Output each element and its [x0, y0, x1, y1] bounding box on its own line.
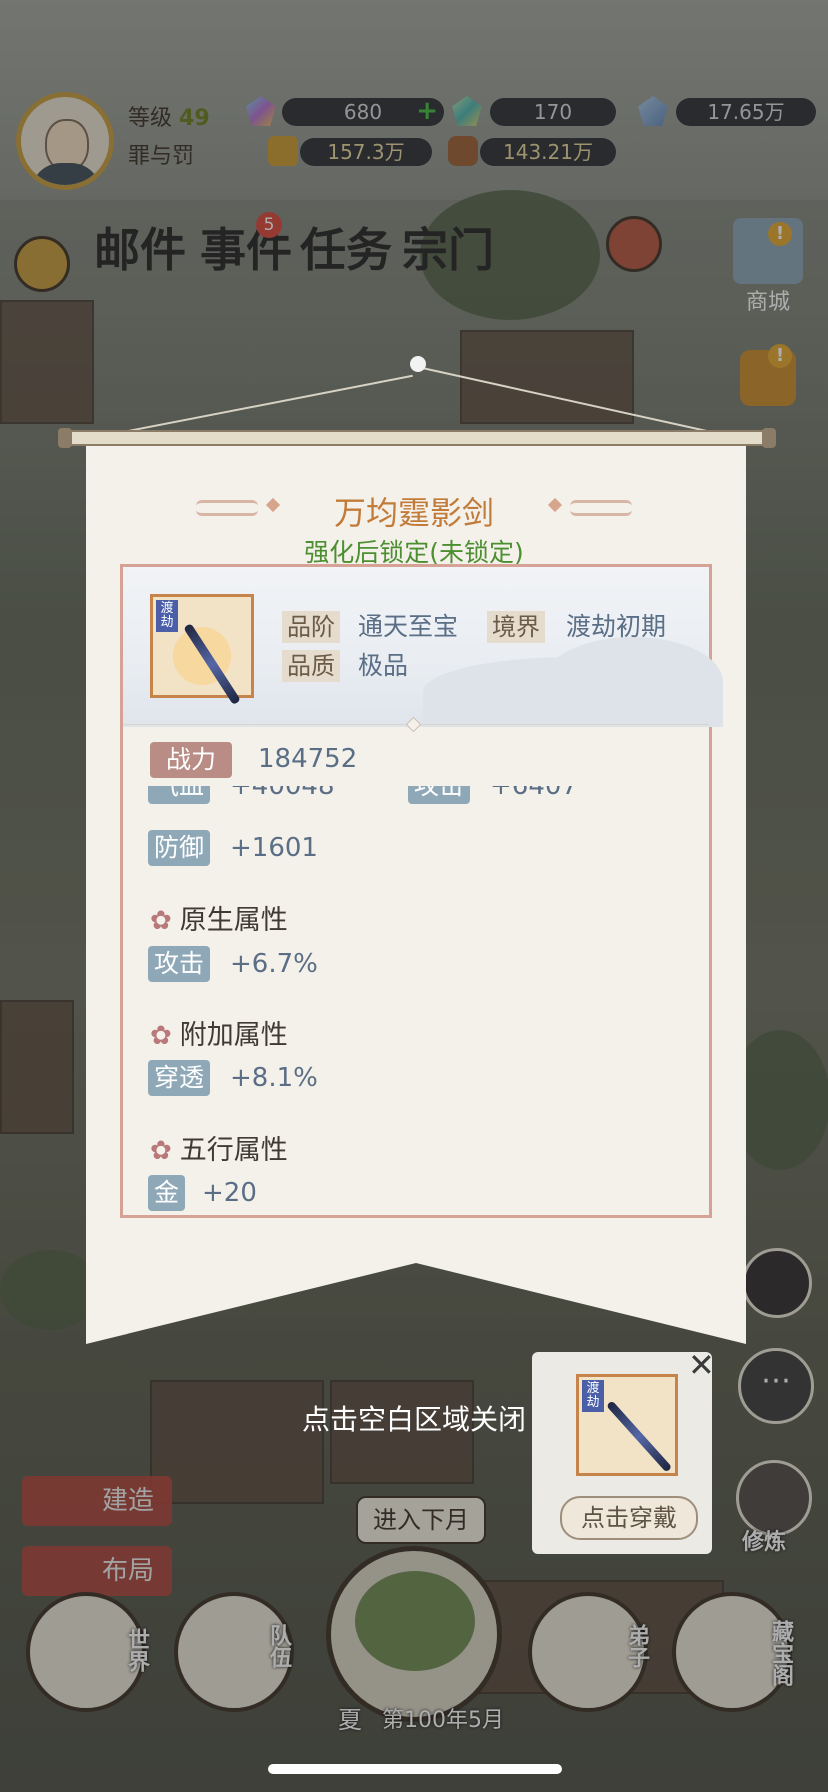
grade-label: 品阶: [282, 611, 340, 643]
native-attr-title: ✿ 原生属性: [150, 898, 288, 937]
extra-attr-label: 穿透: [148, 1060, 211, 1096]
item-name: 万均霆影剑: [333, 494, 494, 532]
element-attr-title-text: 五行属性: [179, 1135, 288, 1166]
element-attr-value: +20: [202, 1178, 257, 1208]
scrolled-stat-row: 气血 +40048 攻击 +6407: [140, 786, 700, 810]
scroll-rod: [58, 430, 776, 446]
defense-value: +1601: [230, 833, 318, 863]
extra-attr-value: +8.1%: [230, 1063, 318, 1093]
defense-label: 防御: [148, 830, 211, 866]
item-realm-tag: 渡劫: [156, 600, 178, 632]
extra-attr-title-text: 附加属性: [179, 1020, 288, 1051]
element-attr-title: ✿ 五行属性: [150, 1128, 288, 1167]
grade-value: 通天至宝: [358, 612, 459, 641]
quality-value: 极品: [358, 651, 409, 680]
home-indicator: [268, 1764, 562, 1774]
equip-button[interactable]: 点击穿戴: [560, 1496, 698, 1540]
flower-icon: ✿: [150, 1021, 172, 1051]
element-attr-label: 金: [148, 1175, 186, 1211]
equip-close-button[interactable]: ✕: [688, 1346, 715, 1384]
flower-icon: ✿: [150, 906, 172, 936]
hp-value: +40048: [230, 786, 335, 801]
native-attr-title-text: 原生属性: [179, 905, 288, 936]
attack-label: 攻击: [408, 786, 471, 804]
flower-icon: ✿: [150, 1136, 172, 1166]
native-attr-value: +6.7%: [230, 949, 318, 979]
realm-label: 境界: [487, 611, 545, 643]
scroll-rod-cap: [58, 428, 72, 448]
mountain-decoration: [543, 637, 723, 727]
power-value: 184752: [258, 744, 358, 774]
power-label: 战力: [150, 742, 232, 778]
scroll-rod-cap: [762, 428, 776, 448]
realm-value: 渡劫初期: [566, 612, 667, 641]
title-ornament-right: [570, 500, 632, 516]
quality-label: 品质: [282, 650, 340, 682]
hp-label: 气血: [148, 786, 211, 804]
extra-attr-title: ✿ 附加属性: [150, 1013, 288, 1052]
scroll-hook: [410, 356, 426, 372]
item-icon: 渡劫: [150, 594, 254, 706]
attack-value: +6407: [490, 786, 578, 801]
native-attr-label: 攻击: [148, 946, 211, 982]
close-hint[interactable]: 点击空白区域关闭: [0, 1398, 828, 1438]
